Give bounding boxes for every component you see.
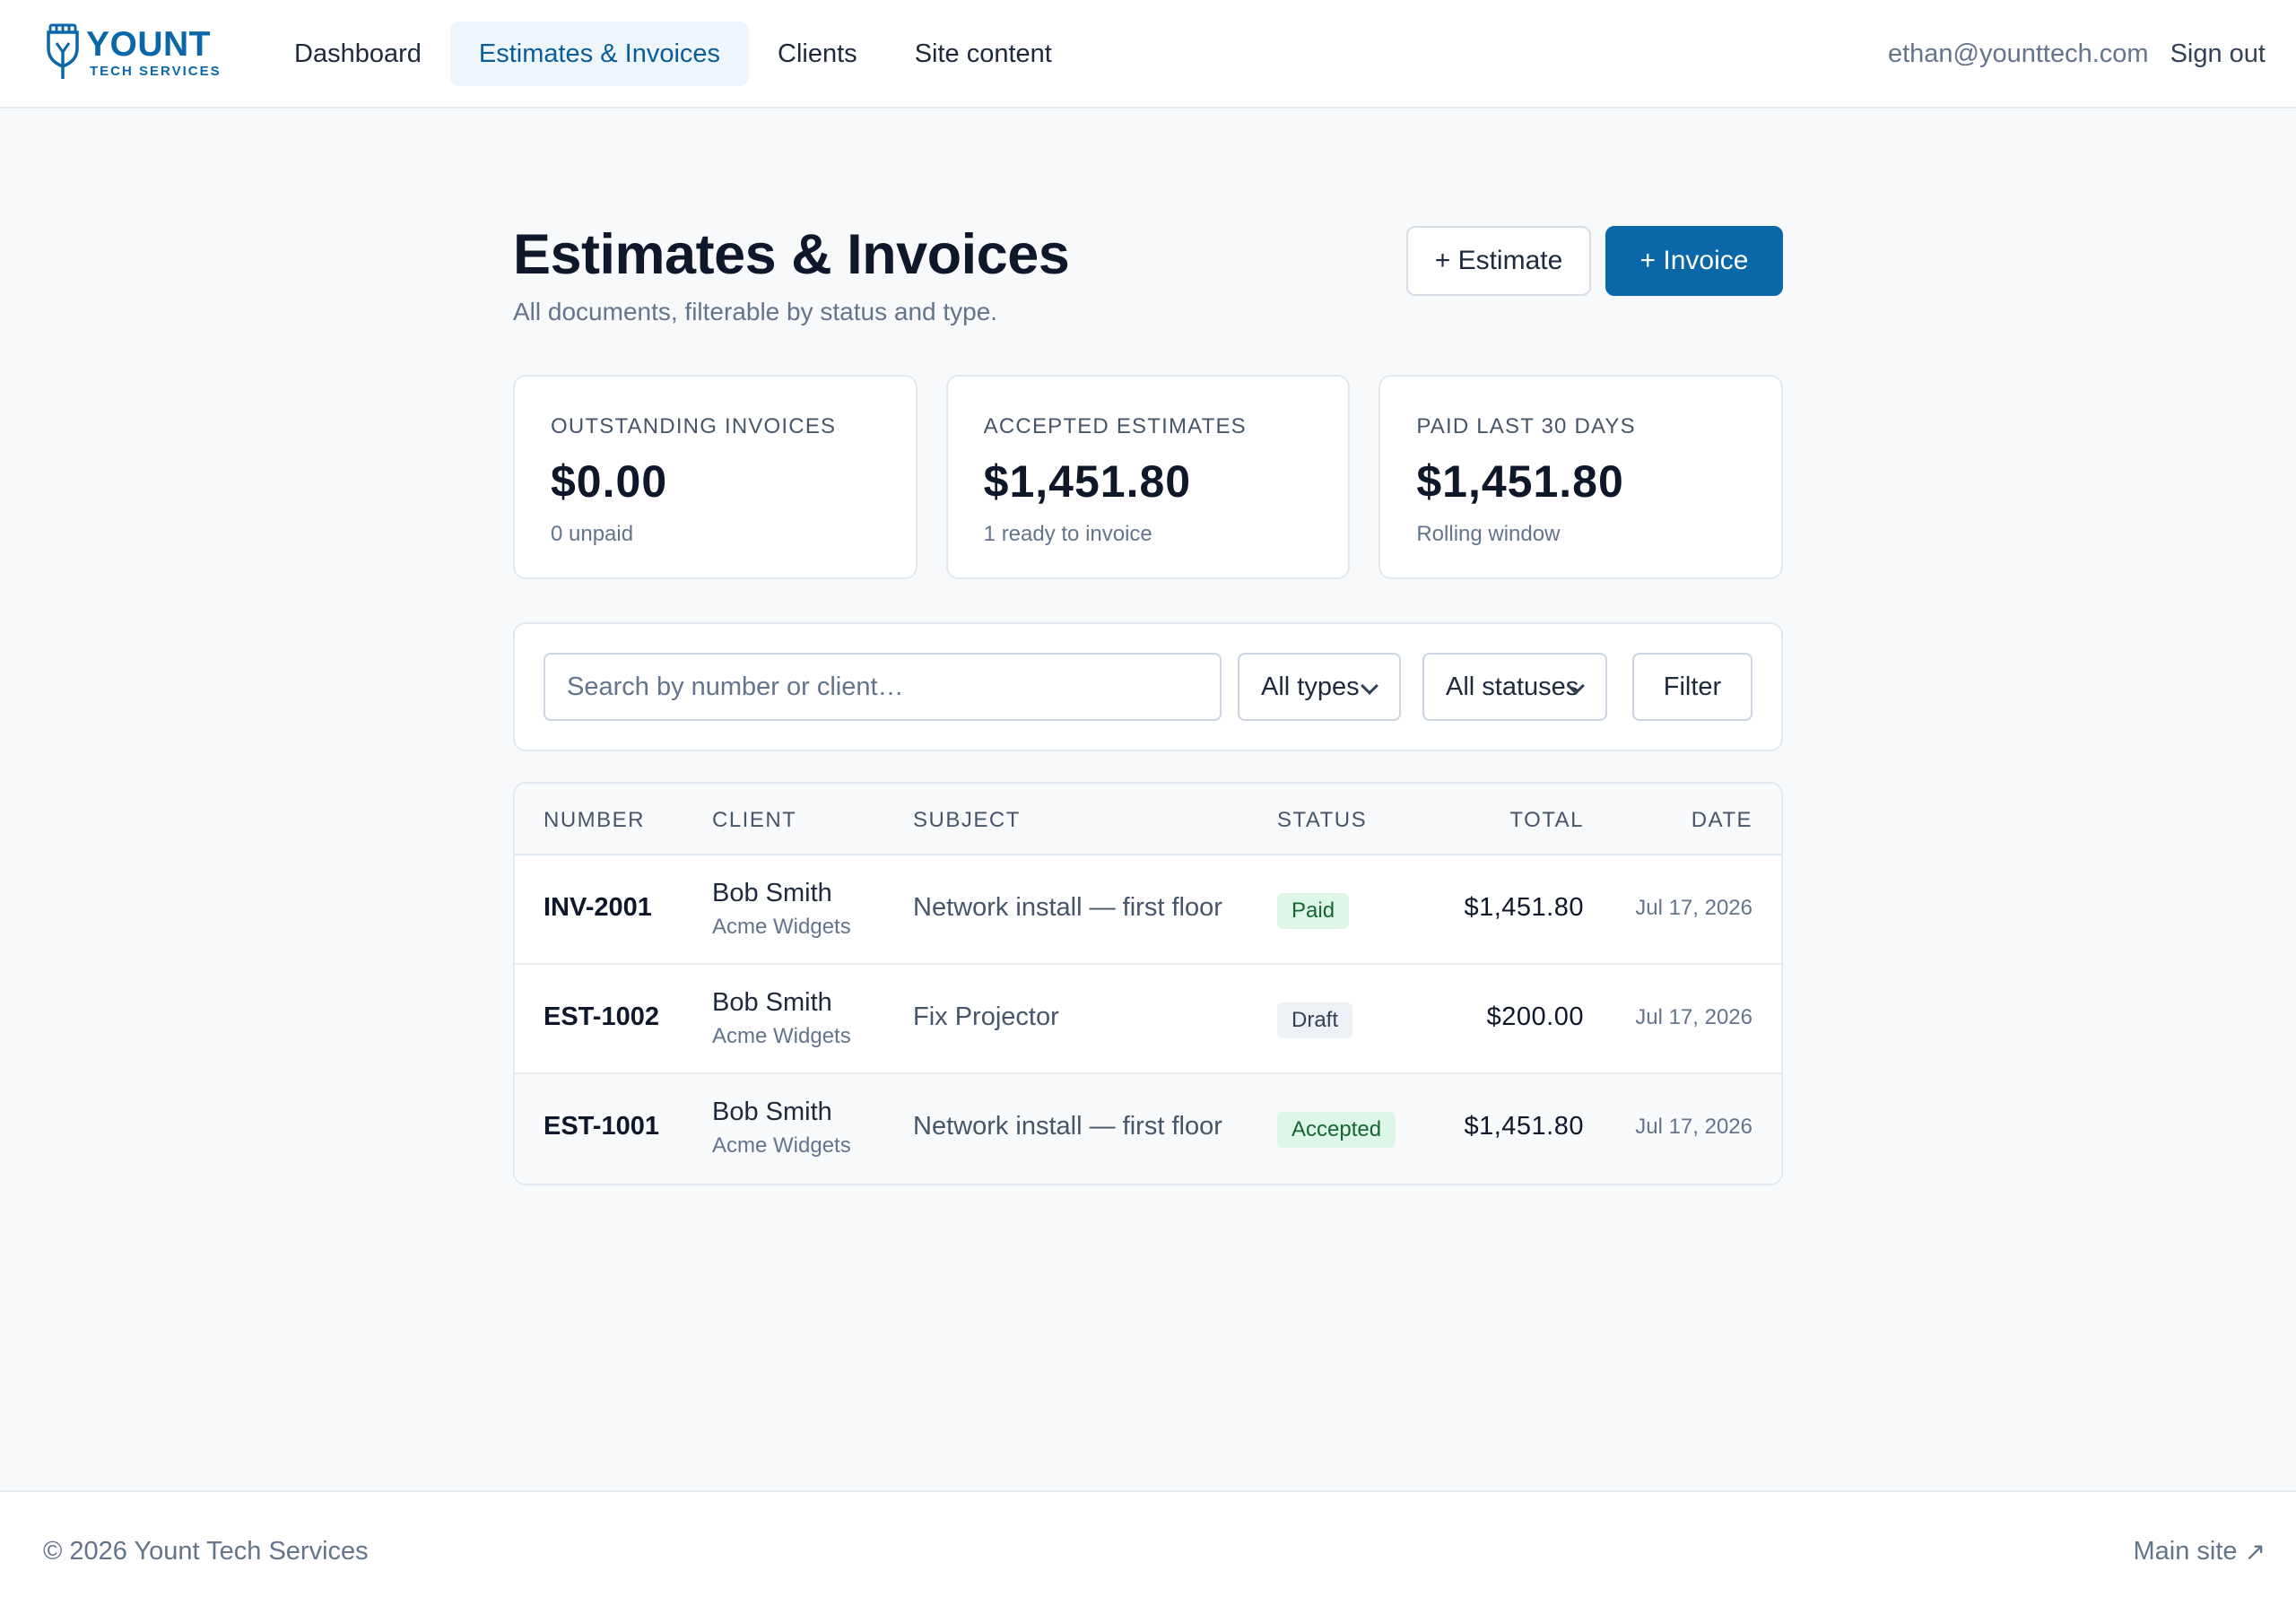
client-name: Bob Smith: [712, 988, 832, 1017]
brand-logo[interactable]: YOUNT TECH SERVICES: [45, 22, 222, 82]
client-name: Bob Smith: [712, 1098, 832, 1126]
main-nav: Dashboard Estimates & Invoices Clients S…: [265, 22, 1081, 86]
main-site-label: Main site: [2133, 1537, 2238, 1566]
client-company: Acme Widgets: [712, 1133, 851, 1158]
stats-row: OUTSTANDING INVOICES $0.00 0 unpaid ACCE…: [513, 375, 1784, 579]
document-date: Jul 17, 2026: [1635, 1005, 1752, 1029]
status-badge: Paid: [1277, 893, 1350, 929]
stat-card-accepted-estimates: ACCEPTED ESTIMATES $1,451.80 1 ready to …: [945, 375, 1351, 579]
type-select-value: All types: [1261, 672, 1360, 701]
status-select[interactable]: All statuses: [1422, 653, 1607, 721]
stat-label: ACCEPTED ESTIMATES: [983, 414, 1247, 438]
document-subject: Network install — first floor: [913, 893, 1222, 922]
column-header-number[interactable]: NUMBER: [544, 808, 645, 833]
stat-value: $1,451.80: [1416, 456, 1624, 507]
filter-bar: All types All statuses Filter: [513, 622, 1783, 751]
document-number[interactable]: EST-1002: [544, 1002, 659, 1032]
brand-tagline: TECH SERVICES: [90, 63, 222, 79]
stat-value: $0.00: [551, 456, 668, 507]
client-name: Bob Smith: [712, 879, 832, 907]
status-badge: Accepted: [1277, 1112, 1396, 1148]
column-header-date[interactable]: DATE: [1692, 808, 1752, 833]
chevron-down-icon: [1361, 677, 1378, 695]
document-number[interactable]: EST-1001: [544, 1112, 659, 1141]
brand-name: YOUNT: [86, 24, 211, 64]
filter-button[interactable]: Filter: [1632, 653, 1752, 721]
stat-label: PAID LAST 30 DAYS: [1416, 414, 1636, 438]
documents-table: NUMBER CLIENT SUBJECT STATUS TOTAL DATE …: [513, 782, 1783, 1185]
status-select-value: All statuses: [1446, 672, 1579, 701]
table-row[interactable]: EST-1001 Bob Smith Acme Widgets Network …: [515, 1074, 1781, 1184]
document-total: $1,451.80: [1464, 893, 1584, 922]
column-header-subject[interactable]: SUBJECT: [913, 808, 1021, 833]
new-invoice-button[interactable]: + Invoice: [1605, 226, 1783, 296]
table-header: NUMBER CLIENT SUBJECT STATUS TOTAL DATE: [515, 784, 1781, 855]
user-email: ethan@younttech.com: [1887, 39, 2149, 68]
nav-item-site-content[interactable]: Site content: [886, 22, 1081, 86]
copyright-text: © 2026 Yount Tech Services: [43, 1537, 369, 1566]
stat-note: Rolling window: [1416, 522, 1561, 546]
document-total: $200.00: [1486, 1002, 1584, 1031]
search-input[interactable]: [544, 653, 1222, 721]
document-subject: Fix Projector: [913, 1002, 1059, 1031]
status-badge: Draft: [1277, 1002, 1353, 1038]
client-company: Acme Widgets: [712, 1024, 851, 1048]
page-header: Estimates & Invoices All documents, filt…: [513, 222, 1783, 335]
stat-value: $1,451.80: [983, 456, 1192, 507]
document-total: $1,451.80: [1464, 1112, 1584, 1141]
user-area: ethan@younttech.com Sign out: [1888, 22, 2266, 86]
nav-item-dashboard[interactable]: Dashboard: [265, 22, 450, 86]
column-header-client[interactable]: CLIENT: [712, 808, 796, 833]
sign-out-link[interactable]: Sign out: [2170, 39, 2266, 69]
nav-item-estimates-invoices[interactable]: Estimates & Invoices: [449, 22, 750, 86]
main-content: Estimates & Invoices All documents, filt…: [513, 222, 1784, 1185]
table-row[interactable]: EST-1002 Bob Smith Acme Widgets Fix Proj…: [515, 965, 1781, 1074]
main-site-link[interactable]: Main site ↗: [2133, 1537, 2266, 1566]
document-date: Jul 17, 2026: [1635, 896, 1752, 920]
external-arrow-icon: ↗: [2244, 1538, 2266, 1566]
table-row[interactable]: INV-2001 Bob Smith Acme Widgets Network …: [515, 855, 1781, 965]
stat-note: 1 ready to invoice: [983, 522, 1152, 546]
stat-note: 0 unpaid: [551, 522, 634, 546]
stat-card-paid-last-30-days: PAID LAST 30 DAYS $1,451.80 Rolling wind…: [1378, 375, 1784, 579]
plug-logo-icon: [47, 23, 79, 79]
document-number[interactable]: INV-2001: [544, 893, 652, 923]
nav-item-clients[interactable]: Clients: [749, 22, 886, 86]
stat-card-outstanding-invoices: OUTSTANDING INVOICES $0.00 0 unpaid: [513, 375, 918, 579]
client-company: Acme Widgets: [712, 915, 851, 939]
page-subtitle: All documents, filterable by status and …: [513, 298, 998, 325]
column-header-total[interactable]: TOTAL: [1509, 808, 1584, 833]
column-header-status[interactable]: STATUS: [1277, 808, 1367, 833]
document-subject: Network install — first floor: [913, 1112, 1222, 1141]
new-estimate-button[interactable]: + Estimate: [1406, 226, 1591, 296]
page-title: Estimates & Invoices: [513, 223, 1070, 286]
stat-label: OUTSTANDING INVOICES: [551, 414, 837, 438]
top-navigation-bar: YOUNT TECH SERVICES Dashboard Estimates …: [0, 0, 2296, 108]
type-select[interactable]: All types: [1238, 653, 1401, 721]
page-footer: © 2026 Yount Tech Services Main site ↗: [0, 1490, 2296, 1614]
document-date: Jul 17, 2026: [1635, 1115, 1752, 1139]
